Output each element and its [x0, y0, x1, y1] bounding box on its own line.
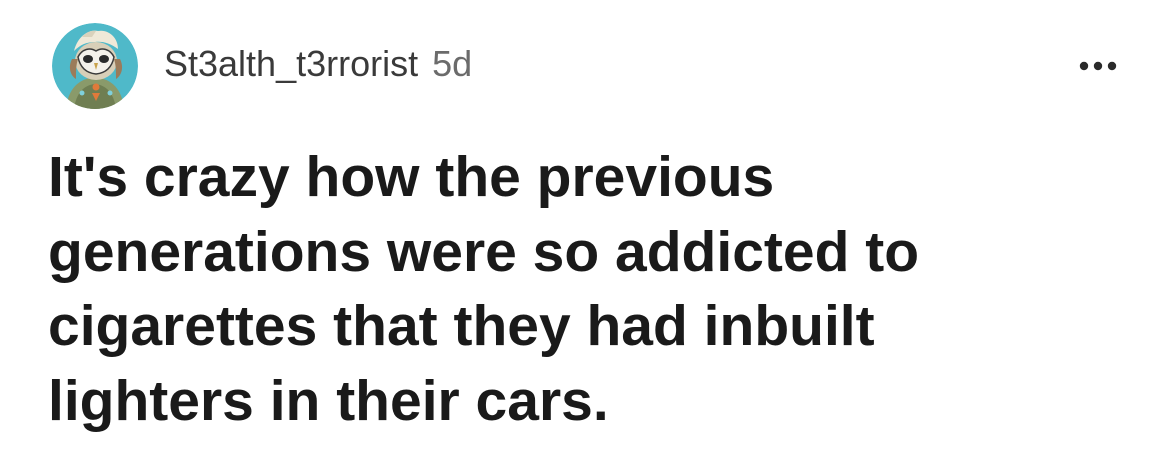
post-meta: St3alth_t3rrorist 5d [164, 42, 472, 86]
post-title[interactable]: It's crazy how the previous generations … [48, 140, 1138, 438]
more-options-button[interactable] [1070, 50, 1126, 82]
post-title-line: generations were so addicted to [48, 219, 920, 284]
post-header: St3alth_t3rrorist 5d [52, 18, 472, 114]
post-age: 5d [432, 43, 473, 84]
author-username[interactable]: St3alth_t3rrorist [164, 42, 418, 86]
post-title-line: lighters in their cars. [48, 368, 609, 433]
post-title-line: It's crazy how the previous [48, 145, 775, 209]
author-avatar[interactable] [52, 23, 138, 109]
owl-mask-avatar-icon [52, 23, 138, 109]
post-card[interactable]: St3alth_t3rrorist 5d It's crazy how the … [0, 0, 1170, 452]
post-title-line: cigarettes that they had inbuilt [48, 294, 875, 358]
more-options-icon [1079, 61, 1117, 71]
